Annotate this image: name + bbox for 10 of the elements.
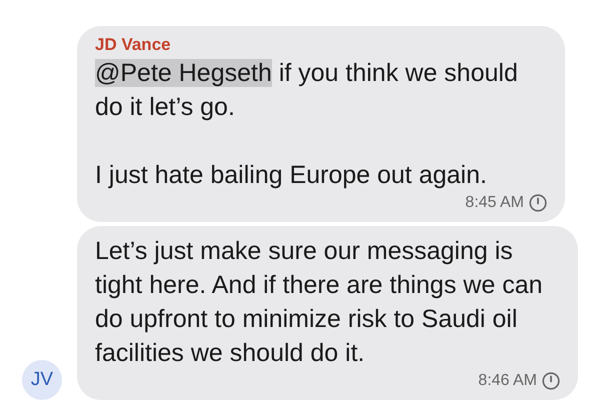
message-text: Let’s just make sure our messaging is tight here. And if there are things we can do upfront to minimize risk to Saudi oil facilities we should do it. bbox=[95, 237, 542, 367]
message-text: @Pete Hegseth if you think we should do it let’s go. bbox=[95, 59, 518, 121]
clock-icon bbox=[542, 372, 560, 390]
clock-icon bbox=[529, 194, 547, 212]
sender-name: JD Vance bbox=[95, 34, 172, 56]
avatar[interactable]: JV bbox=[22, 360, 62, 400]
timestamp: 8:45 AM bbox=[465, 193, 524, 213]
timestamp: 8:46 AM bbox=[478, 371, 537, 391]
mention-link[interactable]: @Pete Hegseth bbox=[95, 59, 272, 87]
message-text: I just hate bailing Europe out again. bbox=[95, 161, 487, 189]
